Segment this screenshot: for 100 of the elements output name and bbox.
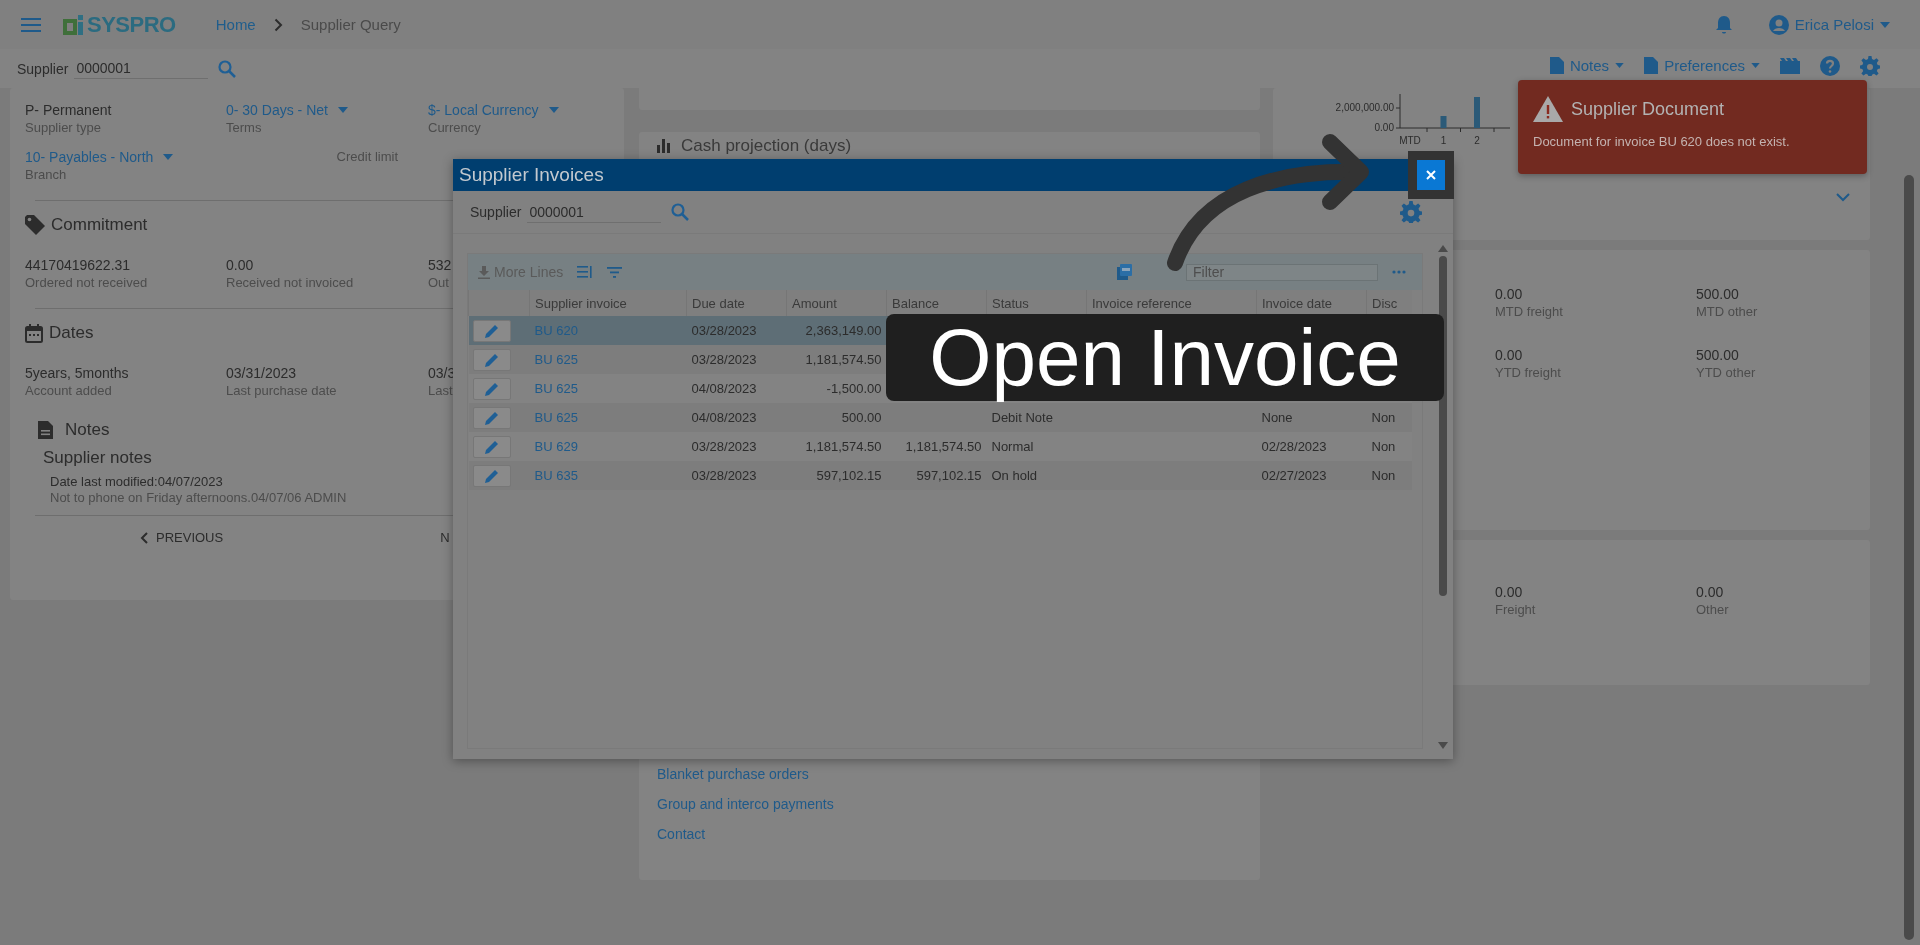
table-cell: On hold bbox=[991, 468, 1038, 483]
navigation-link[interactable]: Group and interco payments bbox=[657, 796, 1260, 812]
dropdown-value[interactable]: 0- 30 Days - Net bbox=[226, 102, 328, 118]
edit-button[interactable] bbox=[472, 377, 511, 400]
bar-chart-icon bbox=[657, 139, 671, 153]
settings-icon[interactable] bbox=[1860, 55, 1880, 76]
scroll-up-icon[interactable] bbox=[1438, 245, 1448, 252]
pencil-icon bbox=[484, 323, 499, 338]
column-header[interactable]: Invoice date bbox=[1256, 290, 1367, 316]
menu-icon[interactable] bbox=[21, 16, 41, 33]
table-cell: 2,363,149.00 bbox=[805, 323, 882, 338]
invoice-link[interactable]: BU 625 bbox=[534, 352, 578, 367]
dropdown-value[interactable]: $- Local Currency bbox=[428, 102, 539, 118]
supplier-label: Supplier bbox=[17, 60, 69, 77]
field-value: 532 bbox=[428, 257, 452, 273]
invoice-link[interactable]: BU 635 bbox=[534, 468, 578, 483]
invoice-link[interactable]: BU 629 bbox=[534, 439, 578, 454]
pencil-icon bbox=[484, 468, 499, 483]
metric-value: 0.00 bbox=[1696, 584, 1724, 600]
user-menu[interactable]: Erica Pelosi bbox=[1768, 14, 1890, 35]
pencil-icon bbox=[484, 439, 499, 454]
warning-icon bbox=[1533, 96, 1563, 122]
dialog-title: Supplier Invoices bbox=[459, 164, 604, 186]
table-row[interactable]: BU 635 03/28/2023 597,102.15 597,102.15 On hold 02/27/2023 Non bbox=[468, 461, 1412, 490]
table-cell: Normal bbox=[991, 439, 1034, 454]
tooltip: Open Invoice bbox=[886, 314, 1444, 401]
scrollbar[interactable] bbox=[1904, 175, 1914, 940]
table-row[interactable]: BU 629 03/28/2023 1,181,574.50 1,181,574.50 Normal 02/28/2023 Non bbox=[468, 432, 1412, 461]
column-header[interactable]: Status bbox=[986, 290, 1087, 316]
field-value: P- Permanent bbox=[25, 102, 112, 118]
chevron-down-icon[interactable] bbox=[1836, 193, 1850, 202]
chart-bar bbox=[1474, 97, 1480, 128]
edit-button[interactable] bbox=[472, 319, 511, 342]
supplier-field[interactable]: 0000001 bbox=[527, 201, 662, 223]
film-icon[interactable] bbox=[1780, 57, 1800, 74]
invoice-link[interactable]: BU 620 bbox=[534, 323, 578, 338]
section-title: Cash projection (days) bbox=[681, 136, 852, 156]
supplier-field[interactable]: 0000001 bbox=[74, 58, 209, 79]
filter-field[interactable]: Filter bbox=[1186, 263, 1378, 281]
chevron-left-icon bbox=[140, 531, 148, 544]
table-cell: Non bbox=[1371, 410, 1396, 425]
edit-button[interactable] bbox=[472, 464, 511, 487]
column-header[interactable]: Supplier invoice bbox=[529, 290, 687, 316]
notes-button[interactable]: Notes bbox=[1549, 57, 1625, 74]
navigation-link[interactable]: Contact bbox=[657, 826, 1260, 842]
settings-icon[interactable] bbox=[1400, 201, 1422, 223]
table-cell: 03/28/2023 bbox=[691, 468, 757, 483]
previous-button[interactable]: PREVIOUS bbox=[140, 530, 224, 545]
table-cell: 04/08/2023 bbox=[691, 410, 757, 425]
table-cell: 597,102.15 bbox=[916, 468, 982, 483]
tag-icon bbox=[25, 215, 45, 235]
y-tick-label: 0.00 bbox=[1374, 121, 1394, 133]
logo-text: SYSPRO bbox=[87, 11, 176, 38]
search-icon[interactable] bbox=[671, 203, 690, 221]
table-cell: Debit Note bbox=[991, 410, 1053, 425]
section-title: Dates bbox=[49, 323, 94, 343]
column-header[interactable]: Invoice reference bbox=[1086, 290, 1257, 316]
pdf-icon[interactable] bbox=[1117, 264, 1132, 280]
column-header[interactable]: Amount bbox=[786, 290, 887, 316]
notes-subtitle: Supplier notes bbox=[43, 448, 152, 468]
bell-icon[interactable] bbox=[1714, 14, 1733, 35]
breadcrumb-link[interactable]: Home bbox=[215, 16, 256, 33]
section-title: Commitment bbox=[51, 215, 148, 235]
document-icon bbox=[1549, 57, 1564, 74]
navigation-link[interactable]: Blanket purchase orders bbox=[657, 766, 1260, 782]
table-cell: 1,181,574.50 bbox=[805, 352, 882, 367]
pencil-icon bbox=[484, 410, 499, 425]
column-header[interactable]: Due date bbox=[686, 290, 787, 316]
table-cell: 597,102.15 bbox=[816, 468, 882, 483]
scroll-down-icon[interactable] bbox=[1438, 742, 1448, 749]
table-cell: 03/28/2023 bbox=[691, 352, 757, 367]
caret-icon bbox=[337, 107, 348, 113]
document-icon bbox=[1644, 57, 1659, 74]
edit-button[interactable] bbox=[472, 348, 511, 371]
filter-icon[interactable] bbox=[607, 266, 623, 278]
table-cell: 1,181,574.50 bbox=[905, 439, 982, 454]
x-axis-label: 1 bbox=[1440, 135, 1447, 146]
supplier-label: Supplier bbox=[470, 204, 522, 220]
search-icon[interactable] bbox=[218, 59, 237, 78]
calendar-icon bbox=[25, 323, 43, 343]
table-cell: None bbox=[1261, 410, 1293, 425]
column-header[interactable]: Balance bbox=[886, 290, 987, 316]
invoice-link[interactable]: BU 625 bbox=[534, 381, 578, 396]
close-button[interactable] bbox=[1408, 151, 1454, 199]
invoice-link[interactable]: BU 625 bbox=[534, 410, 578, 425]
table-cell: 1,181,574.50 bbox=[805, 439, 882, 454]
edit-button[interactable] bbox=[472, 406, 511, 429]
table-row[interactable]: BU 625 04/08/2023 500.00 Debit Note None Non bbox=[468, 403, 1412, 432]
next-button[interactable]: N bbox=[440, 530, 450, 545]
caret-icon bbox=[1880, 21, 1890, 28]
x-axis-label: 2 bbox=[1474, 135, 1480, 146]
metric-value: 0.00 bbox=[1495, 286, 1523, 302]
help-icon[interactable] bbox=[1820, 55, 1840, 76]
dropdown-value[interactable]: 10- Payables - North bbox=[25, 149, 154, 165]
columns-icon[interactable] bbox=[577, 266, 594, 278]
table-cell: 02/27/2023 bbox=[1261, 468, 1327, 483]
edit-button[interactable] bbox=[472, 435, 511, 458]
field-value: 5years, 5months bbox=[25, 365, 129, 381]
more-icon[interactable] bbox=[1392, 270, 1406, 274]
preferences-button[interactable]: Preferences bbox=[1644, 57, 1760, 74]
